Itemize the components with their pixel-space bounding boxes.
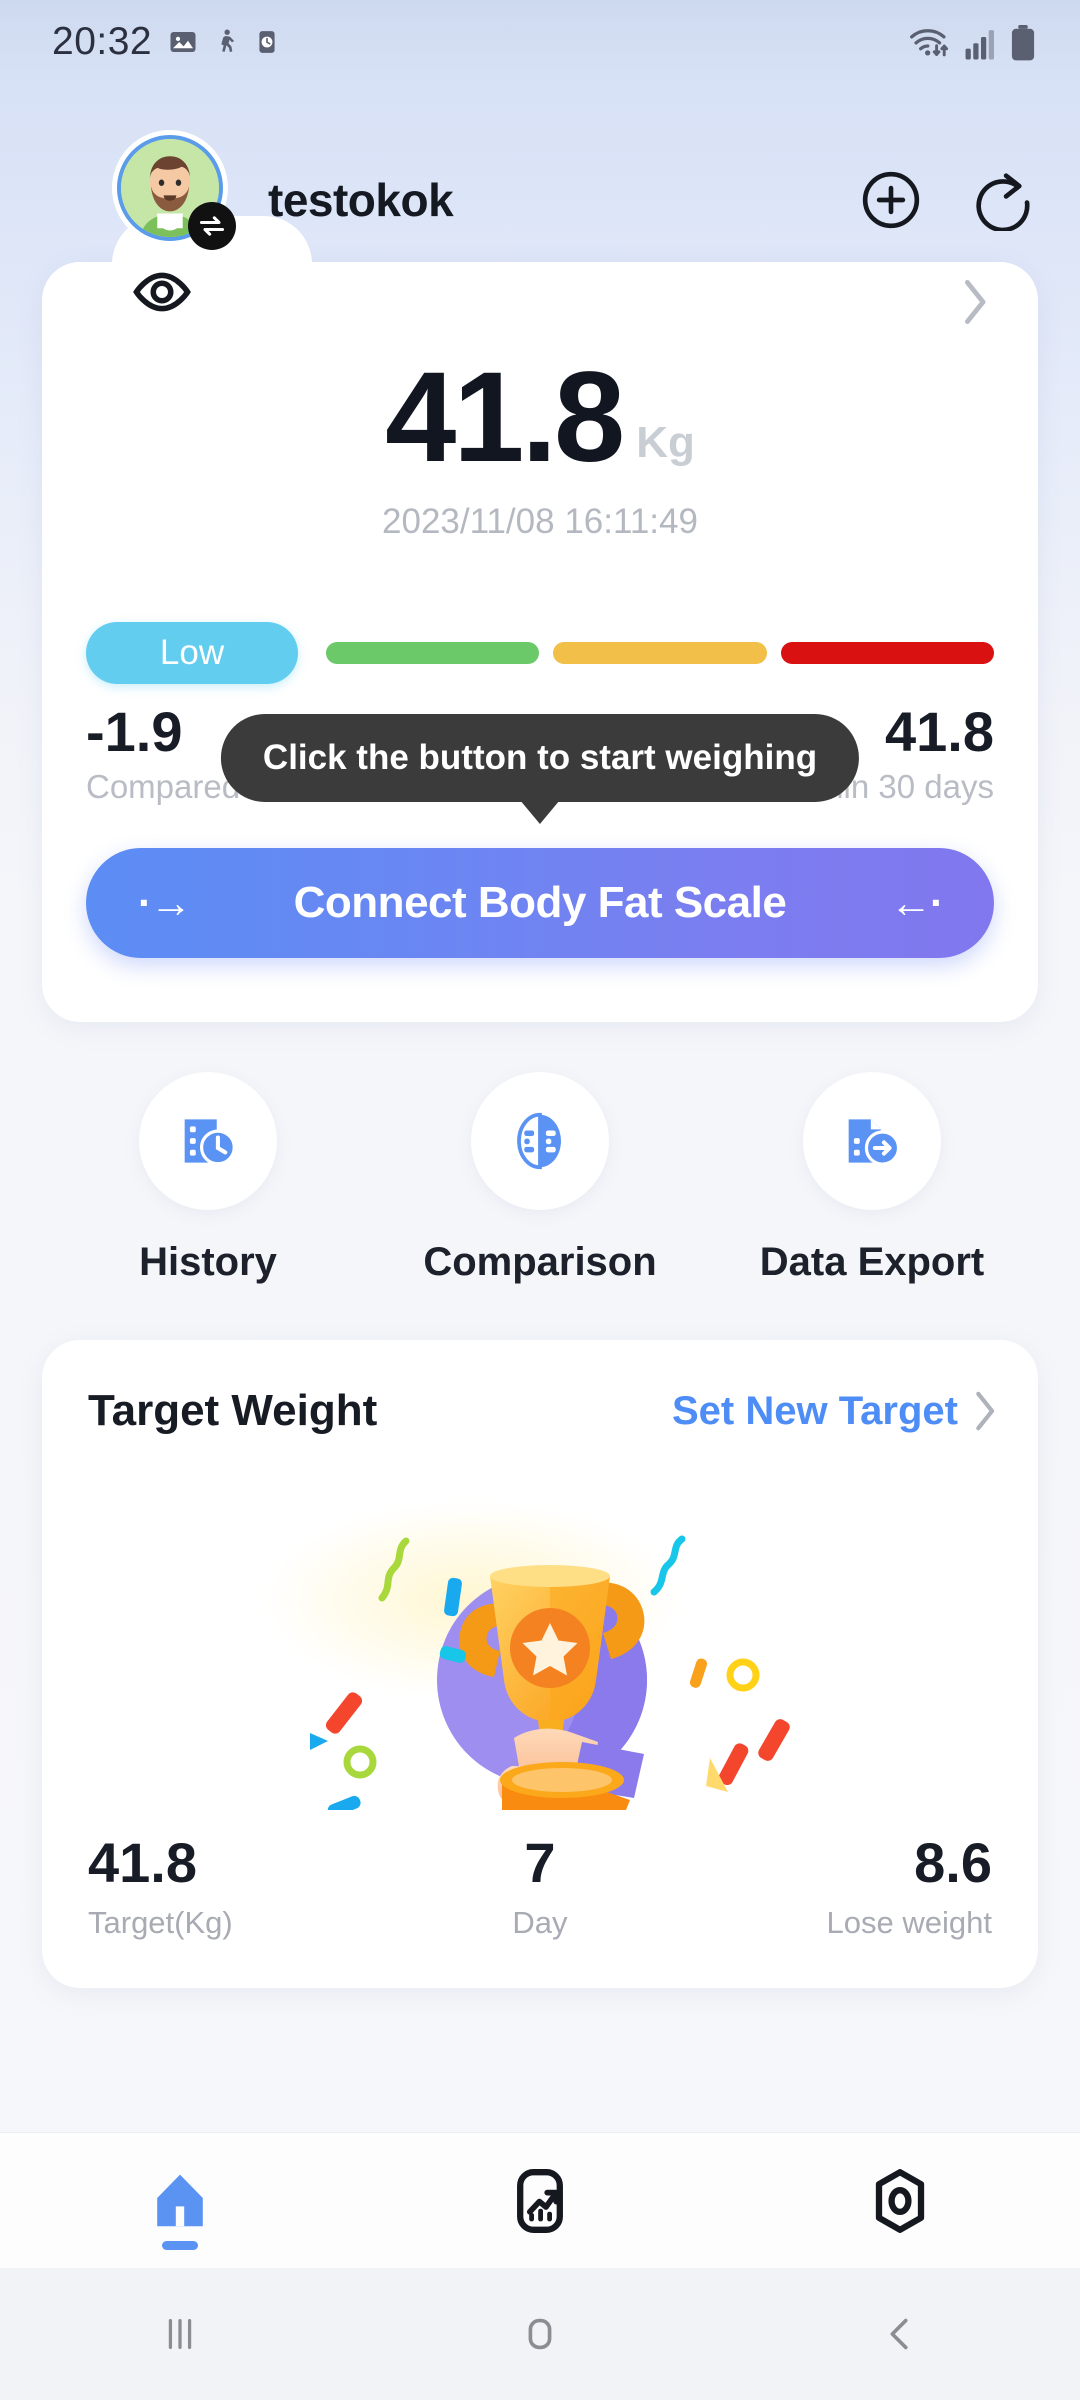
bottom-tab-bar [0, 2132, 1080, 2268]
target-stat-label: Day [512, 1905, 568, 1940]
target-stat-day: 7 Day [389, 1830, 690, 1941]
connect-button-label: Connect Body Fat Scale [293, 878, 787, 927]
image-icon [170, 32, 196, 52]
quick-actions: History Comparison Data Export [42, 1072, 1038, 1285]
username: testokok [268, 174, 454, 226]
status-bar-right [908, 22, 1036, 62]
weight-card: 41.8 Kg 2023/11/08 16:11:49 Low -1.9 Com… [42, 216, 1038, 1022]
back-chevron-icon [890, 2318, 908, 2350]
target-stat-label: Target(Kg) [88, 1905, 233, 1940]
tab-home[interactable] [0, 2133, 360, 2268]
target-card-header: Target Weight Set New Target [88, 1386, 998, 1436]
target-stat-lose-weight: 8.6 Lose weight [691, 1830, 992, 1941]
app-header: testokok [0, 130, 1080, 260]
set-new-target-button[interactable]: Set New Target [672, 1389, 998, 1434]
target-card-title: Target Weight [88, 1386, 378, 1435]
level-indicator: Low [86, 622, 994, 684]
target-stat-value: 8.6 [914, 1831, 992, 1894]
wifi-icon [910, 29, 949, 57]
trend-chart-icon [517, 2168, 563, 2233]
android-navigation-bar [0, 2268, 1080, 2400]
share-icon[interactable] [972, 169, 1034, 231]
arrow-right-indicator-icon: ·→ [138, 879, 192, 926]
quick-action-circle [803, 1072, 941, 1210]
chevron-right-icon [964, 279, 986, 325]
tab-trend[interactable] [360, 2133, 720, 2268]
target-stat-value: 7 [524, 1831, 556, 1894]
connect-body-fat-scale-button[interactable]: ·→ Connect Body Fat Scale ←· [86, 848, 994, 958]
tab-active-indicator [162, 2241, 198, 2250]
level-active-badge: Low [86, 622, 298, 684]
scale-switch-icon[interactable] [188, 202, 236, 250]
quick-action-circle [471, 1072, 609, 1210]
home-square-icon [528, 2318, 552, 2350]
comparison-icon [517, 1112, 561, 1170]
quick-action-label: Comparison [423, 1240, 657, 1284]
switch-arrows-icon [199, 216, 225, 236]
quick-action-history[interactable]: History [42, 1072, 374, 1285]
recents-button[interactable] [0, 2311, 360, 2357]
header-actions [860, 169, 1034, 231]
weight-unit: Kg [636, 418, 695, 467]
eye-glyph [133, 272, 191, 312]
trophy-celebration-illustration [42, 1480, 1038, 1830]
target-stat-target: 41.8 Target(Kg) [88, 1830, 389, 1941]
arrow-left-indicator-icon: ←· [890, 879, 944, 926]
clock-icon [259, 31, 275, 53]
data-export-icon [848, 1119, 901, 1166]
home-button[interactable] [360, 2311, 720, 2357]
quick-action-label: History [139, 1240, 277, 1284]
recents-icon [168, 2318, 192, 2350]
battery-icon [1011, 24, 1035, 61]
chevron-right-icon [976, 1391, 995, 1431]
level-segment-high [553, 642, 767, 664]
status-time: 20:32 [52, 20, 153, 63]
weight-detail-chevron[interactable] [960, 278, 990, 331]
add-icon[interactable] [860, 169, 922, 231]
level-segment-very-high [780, 642, 994, 664]
quick-action-comparison[interactable]: Comparison [374, 1072, 706, 1285]
weight-value: 41.8 [385, 346, 625, 489]
target-stat-label: Lose weight [826, 1905, 992, 1940]
avatar[interactable] [112, 130, 236, 250]
history-icon [184, 1119, 236, 1166]
tab-settings[interactable] [720, 2133, 1080, 2268]
quick-action-data-export[interactable]: Data Export [706, 1072, 1038, 1285]
status-left-icons [168, 27, 280, 57]
quick-action-label: Data Export [759, 1240, 985, 1284]
home-icon [157, 2174, 203, 2226]
weighing-tooltip: Click the button to start weighing [220, 714, 860, 802]
weight-timestamp: 2023/11/08 16:11:49 [382, 502, 698, 541]
quick-action-circle [139, 1072, 277, 1210]
weight-display[interactable]: 41.8 Kg [42, 354, 1038, 482]
trophy-illustration-svg [262, 1500, 790, 1830]
target-stats: 41.8 Target(Kg) 7 Day 8.6 Lose weight [42, 1830, 1038, 1941]
set-new-target-label: Set New Target [672, 1388, 958, 1433]
target-stat-value: 41.8 [88, 1831, 197, 1894]
status-bar-left: 20:32 [52, 20, 280, 64]
status-bar: 20:32 [0, 0, 1080, 84]
back-button[interactable] [720, 2311, 1080, 2357]
signal-icon [965, 30, 994, 60]
person-walking-icon [221, 29, 235, 52]
target-weight-card: Target Weight Set New Target 41.8 Target… [42, 1340, 1038, 1988]
settings-gear-icon [875, 2168, 925, 2233]
level-segment-normal [326, 642, 540, 664]
eye-icon[interactable] [130, 268, 194, 321]
